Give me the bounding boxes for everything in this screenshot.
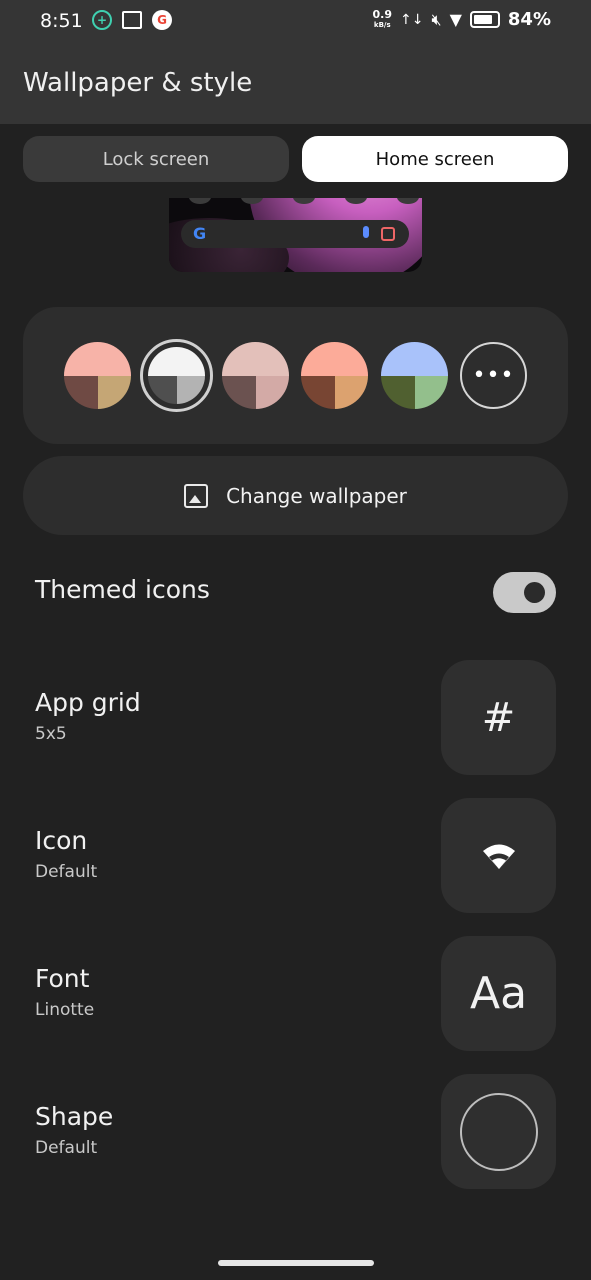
mute-icon: 🔇︎	[431, 9, 442, 29]
change-wallpaper-label: Change wallpaper	[226, 483, 407, 508]
circle-shape-icon	[459, 1092, 538, 1171]
google-notification-icon: G	[152, 10, 172, 30]
status-right: 0.9 kB/s ↑↓ 🔇︎ ▼ 84%	[372, 7, 551, 31]
app-notification-icon: +	[92, 10, 112, 30]
notification-icons: + G	[92, 10, 172, 30]
color-option-5[interactable]	[381, 342, 448, 409]
battery-percent: 84%	[507, 9, 551, 30]
network-speed: 0.9 kB/s	[372, 7, 393, 29]
themed-icons-label: Themed icons	[35, 575, 210, 604]
icon-value: Default	[35, 862, 98, 882]
gesture-handle[interactable]	[218, 1260, 374, 1266]
color-option-4[interactable]	[301, 342, 368, 409]
app-grid-value: 5x5	[35, 724, 67, 744]
wifi-signal-icon: ▼	[449, 10, 462, 29]
gallery-notification-icon	[122, 11, 142, 29]
more-colors-button[interactable]: •••	[460, 342, 527, 409]
mic-icon	[363, 226, 369, 238]
font-value: Linotte	[35, 1000, 95, 1020]
shape-value: Default	[35, 1138, 98, 1158]
color-palette-card: •••	[23, 307, 568, 444]
themed-icons-toggle[interactable]	[493, 572, 556, 613]
change-wallpaper-button[interactable]: Change wallpaper	[23, 456, 568, 535]
font-label: Font	[35, 964, 90, 993]
lens-icon	[381, 227, 395, 241]
google-g-icon: G	[193, 224, 207, 243]
app-grid-label: App grid	[35, 688, 141, 717]
shape-button[interactable]	[441, 1074, 556, 1189]
status-time: 8:51	[40, 10, 83, 32]
page-title: Wallpaper & style	[23, 68, 253, 98]
tab-lock-screen[interactable]: Lock screen	[23, 136, 289, 182]
shape-label: Shape	[35, 1102, 114, 1131]
preview-search-bar: G	[181, 220, 409, 248]
toggle-knob	[524, 582, 545, 603]
battery-icon	[469, 11, 500, 28]
wifi-icon	[481, 842, 517, 870]
app-bar: Wallpaper & style	[0, 44, 591, 124]
color-option-3[interactable]	[222, 342, 289, 409]
icon-label: Icon	[35, 826, 88, 855]
data-arrows-icon: ↑↓	[400, 11, 424, 28]
font-button[interactable]: Aa	[441, 936, 556, 1051]
screen-tabs: Lock screen Home screen	[23, 136, 568, 182]
status-bar: 8:51 + G 0.9 kB/s ↑↓ 🔇︎ ▼ 84%	[0, 0, 591, 44]
color-option-1[interactable]	[64, 342, 131, 409]
app-grid-button[interactable]: #	[441, 660, 556, 775]
wallpaper-icon	[184, 483, 209, 508]
icon-style-button[interactable]	[441, 798, 556, 913]
color-option-2[interactable]	[140, 339, 213, 412]
preview-app-icons	[189, 198, 419, 204]
tab-home-screen[interactable]: Home screen	[302, 136, 568, 182]
home-screen-preview[interactable]: G	[169, 198, 422, 272]
